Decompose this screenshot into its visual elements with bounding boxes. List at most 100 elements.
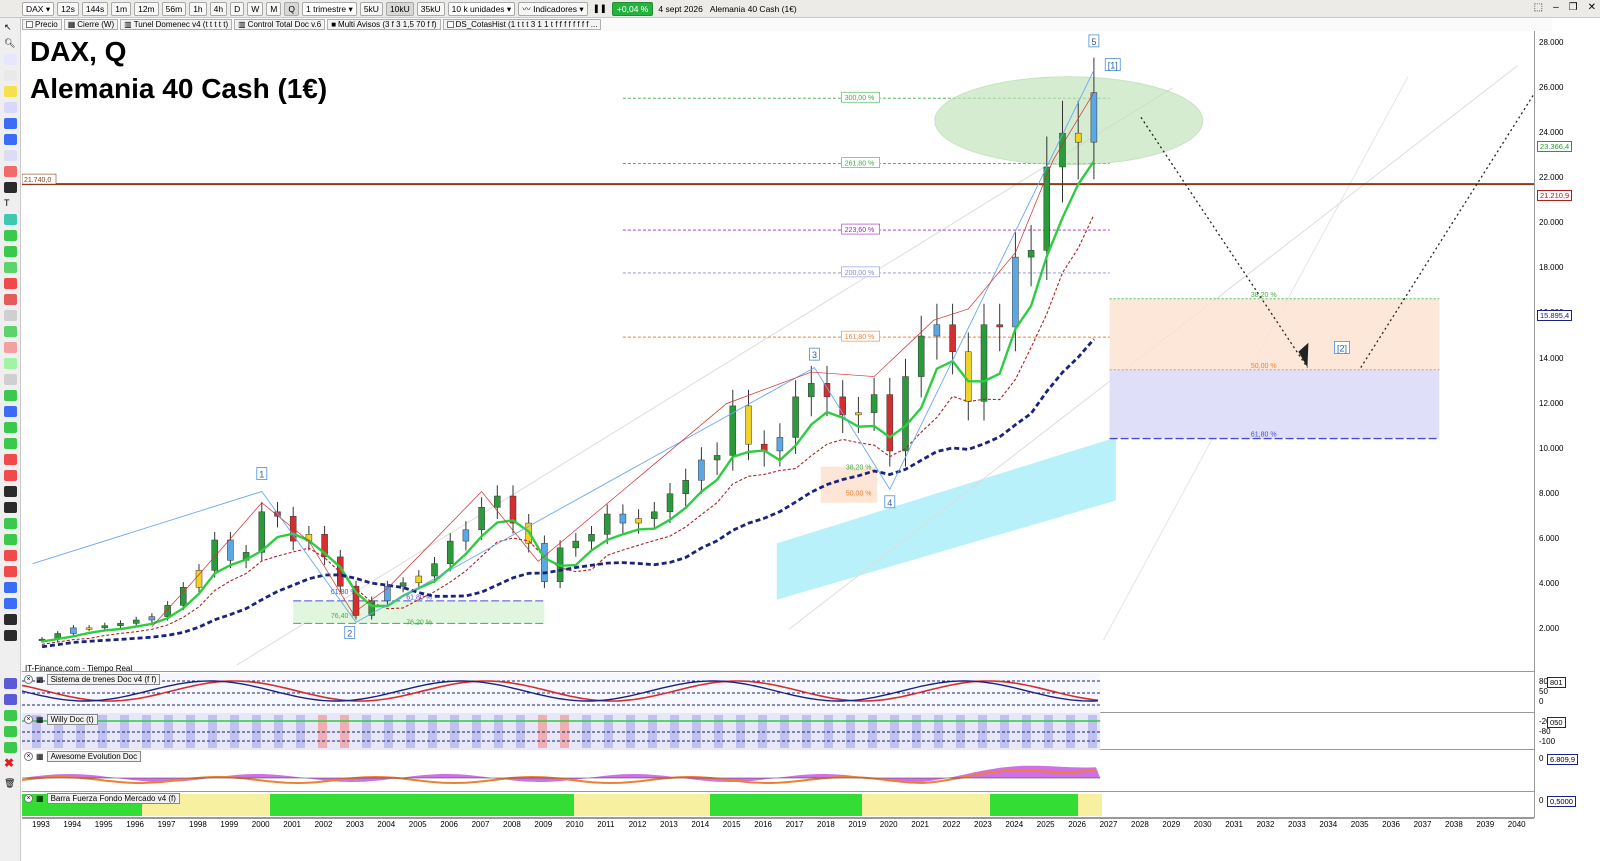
zoom-icon[interactable]: 🔍︎	[4, 38, 17, 49]
hline-green2-icon[interactable]	[4, 518, 17, 529]
timeframe-12s[interactable]: 12s	[57, 1, 79, 16]
scatter-tool2-icon[interactable]	[4, 694, 17, 705]
line-green-icon[interactable]	[4, 422, 17, 433]
volume-unit-35ku[interactable]: 35kU	[416, 1, 445, 16]
time-axis[interactable]: 1993 1994 1995 1996 1997 1998 1999 2000 2001 2002…	[22, 818, 1534, 861]
channel-tool-icon[interactable]	[4, 118, 17, 129]
indicators-button[interactable]: 〰 Indicadores ▾	[518, 1, 588, 16]
indicator-chip-precio[interactable]: Precio	[22, 19, 62, 30]
candle-body	[117, 623, 124, 626]
ellipse-green-icon[interactable]	[4, 358, 17, 369]
line-red-icon[interactable]	[4, 454, 17, 465]
window-settings-icon[interactable]: ⬚	[1534, 2, 1543, 13]
cursor-icon[interactable]: ↖	[4, 22, 17, 33]
trading-app: DAX ▾ 12s 144s 1m 12m 56m 1h 4h D W M Q …	[0, 0, 1600, 861]
hline-red2-icon[interactable]	[4, 550, 17, 561]
hline-blue2-icon[interactable]	[4, 598, 17, 609]
timeframe-1h[interactable]: 1h	[189, 1, 207, 16]
hline-red3-icon[interactable]	[4, 566, 17, 577]
line-black-icon[interactable]	[4, 486, 17, 497]
scatter-tool-icon[interactable]	[4, 678, 17, 689]
delete-icon[interactable]: ✖	[4, 757, 17, 769]
timeframe-4h[interactable]: 4h	[209, 1, 228, 16]
hline-blue-icon[interactable]	[4, 582, 17, 593]
ruler-icon[interactable]	[4, 310, 17, 321]
line-black2-icon[interactable]	[4, 502, 17, 513]
subpanel-awesome-evolution[interactable]: × ▦ Awesome Evolution Doc	[21, 750, 1534, 792]
check2-icon[interactable]	[4, 726, 17, 737]
close-subpanel-icon[interactable]: ×	[24, 752, 33, 761]
rectangle-icon[interactable]	[4, 166, 17, 177]
line-red2-icon[interactable]	[4, 470, 17, 481]
fib-tool-icon[interactable]	[4, 150, 17, 161]
checkbox-icon[interactable]	[446, 21, 454, 28]
candle-body	[603, 513, 611, 535]
hline-black2-icon[interactable]	[4, 630, 17, 641]
zoom-area-icon[interactable]	[4, 54, 17, 65]
indicator-chip-cierre[interactable]: ▦ Cierre (W)	[63, 19, 119, 30]
symbol-select[interactable]: DAX ▾	[22, 1, 55, 16]
text-color-icon[interactable]	[4, 214, 17, 225]
close-subpanel-icon[interactable]: ×	[24, 794, 33, 803]
candle-body	[541, 543, 548, 582]
bell-icon[interactable]	[4, 86, 17, 97]
hline-green-icon[interactable]	[4, 246, 17, 257]
subpanel-willy[interactable]: × ▦ Willy Doc (t)	[22, 713, 1534, 750]
pause-icon[interactable]: ❚❚	[591, 3, 609, 14]
price-axis[interactable]: 28.00026.00024.00022.00020.00018.00016.0…	[1534, 31, 1600, 818]
ray-red-icon[interactable]	[4, 278, 17, 289]
year-tick: 1997	[157, 820, 176, 829]
check-icon[interactable]	[4, 710, 17, 721]
subpanel-sistema-trenes[interactable]: × ▦ Sistema de trenes Doc v4 (f f)	[21, 673, 1534, 713]
indicator-chip-multi-avisos[interactable]: ■ Multi Avisos (3 f 3 1,5 70 f f)	[327, 19, 441, 30]
window-restore-icon[interactable]: ❐	[1569, 2, 1578, 13]
close-subpanel-icon[interactable]: ×	[24, 715, 33, 724]
period-select[interactable]: 1 trimestre ▾	[302, 1, 357, 16]
wave-tool-icon[interactable]	[4, 102, 17, 113]
timeframe-144s[interactable]: 144s	[81, 1, 109, 16]
timeframe-1m[interactable]: 1m	[111, 1, 132, 16]
timeframe-d[interactable]: D	[230, 1, 245, 16]
timeframe-w[interactable]: W	[247, 1, 264, 16]
checkbox-icon[interactable]	[26, 21, 33, 28]
trash-icon[interactable]: 🗑︎	[4, 778, 17, 789]
hand-icon[interactable]	[4, 70, 17, 81]
window-close-icon[interactable]: ✕	[1588, 2, 1596, 13]
indicator-chip-control[interactable]: ▥ Control Total Doc v.6	[234, 19, 326, 30]
unit-select[interactable]: 10 k unidades ▾	[447, 1, 516, 16]
timeframe-56m[interactable]: 56m	[161, 1, 187, 16]
timeframe-q[interactable]: Q	[284, 1, 300, 16]
strength-bar	[630, 794, 638, 816]
hline-black-icon[interactable]	[4, 614, 17, 625]
hline-green3-icon[interactable]	[4, 534, 17, 545]
pitchfork-icon[interactable]	[4, 134, 17, 145]
ray-green-icon[interactable]	[4, 262, 17, 273]
strength-bar	[558, 794, 566, 816]
pencil-icon[interactable]	[4, 182, 17, 193]
year-tick: 2031	[1225, 820, 1243, 829]
path-blue-icon[interactable]	[4, 406, 17, 417]
timeframe-m[interactable]: M	[266, 1, 282, 16]
year-tick: 2028	[1131, 820, 1149, 829]
candle-body	[651, 511, 658, 519]
subpanel-barra-fuerza[interactable]: × ▦ Barra Fuerza Fondo Mercado v4 (f)	[22, 792, 1534, 818]
text-icon[interactable]: T	[4, 198, 17, 209]
hline-red-icon[interactable]	[4, 294, 17, 305]
indicator-chip-ds-cotashist[interactable]: DS_CotasHist (1 t t t 3 1 1 t f f f f f …	[442, 19, 602, 30]
magnet-icon[interactable]	[4, 374, 17, 385]
path-green-icon[interactable]	[4, 390, 17, 401]
volume-unit-5ku[interactable]: 5kU	[359, 1, 383, 16]
price-chart-svg[interactable]: 38,20 % 50,00 % 61,80 % 300,00 % 261,80 % 223…	[21, 31, 1550, 672]
close-subpanel-icon[interactable]: ×	[24, 675, 33, 684]
window-minimize-icon[interactable]: –	[1553, 2, 1559, 13]
indicator-chip-tunel[interactable]: ▥ Tunel Domenec v4 (t t t t t)	[120, 19, 233, 30]
line-green2-icon[interactable]	[4, 438, 17, 449]
trendline-green-icon[interactable]	[4, 230, 17, 241]
ellipse-red-icon[interactable]	[4, 342, 17, 353]
price-chart[interactable]: 38,20 % 50,00 % 61,80 % 300,00 % 261,80 % 223…	[21, 31, 1550, 672]
timeframe-12m[interactable]: 12m	[134, 1, 159, 16]
volume-unit-10ku[interactable]: 10kU	[385, 1, 414, 16]
flask-icon[interactable]	[4, 742, 17, 753]
grid-icon: ▦	[36, 715, 44, 724]
arrow-green-icon[interactable]	[4, 326, 17, 337]
